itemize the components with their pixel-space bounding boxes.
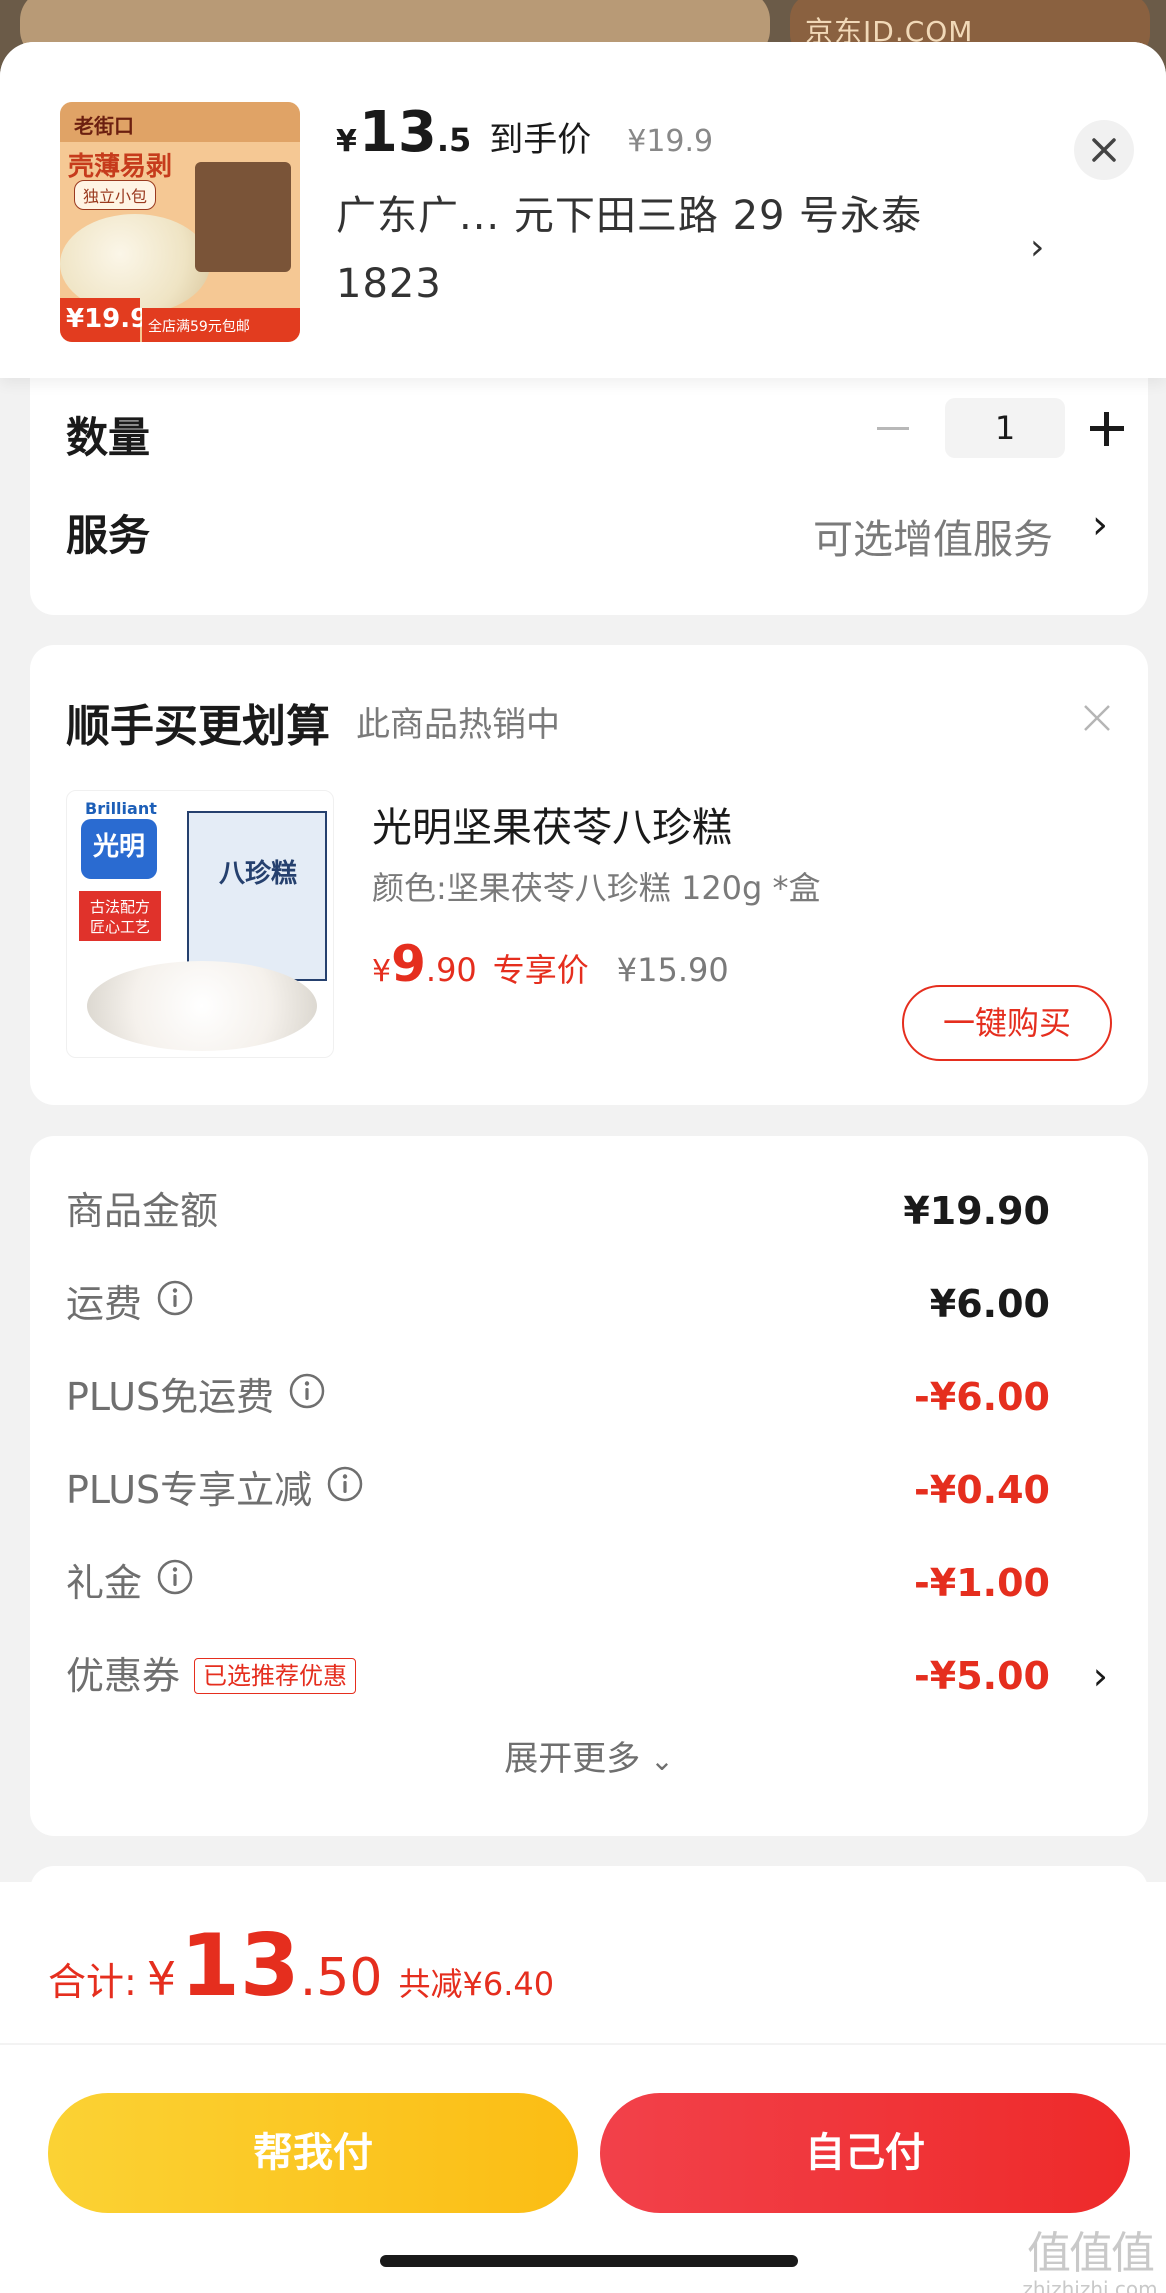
recommend-image-badge: 光明 <box>81 819 157 879</box>
minus-icon <box>877 427 909 430</box>
fee-value: -¥5.00 <box>914 1654 1050 1698</box>
price-decimal: .5 <box>436 121 472 159</box>
address-chevron-icon[interactable]: › <box>1030 227 1044 268</box>
info-icon[interactable] <box>156 1274 194 1334</box>
total-decimal: .50 <box>299 1948 383 2008</box>
recommend-price-integer: 9 <box>391 935 426 993</box>
fee-label: PLUS免运费 <box>66 1375 275 1419</box>
fee-label: PLUS专享立减 <box>66 1468 313 1512</box>
delivery-address[interactable]: 广东广... 元下田三路 29 号永泰 1823 <box>336 182 976 318</box>
fee-label-with-info: 运费 <box>66 1274 194 1334</box>
thumbnail-brand: 老街口 <box>74 114 134 138</box>
fee-label: 商品金额 <box>66 1189 219 1233</box>
recommend-image-tag-line1: 古法配方 <box>89 898 150 916</box>
recommend-image-box: 八珍糕 <box>187 811 327 981</box>
fee-row-shipping: 运费 ¥6.00 <box>66 1274 1112 1334</box>
fee-label: 优惠券 <box>66 1654 181 1698</box>
recommend-price-decimal: .90 <box>425 951 477 989</box>
quantity-increase-button[interactable] <box>1070 398 1140 458</box>
info-icon[interactable] <box>156 1553 194 1613</box>
service-value[interactable]: 可选增值服务 <box>813 507 1053 565</box>
quantity-decrease-button[interactable] <box>850 398 940 458</box>
fee-row-gift-money: 礼金 -¥1.00 <box>66 1553 1112 1613</box>
service-chevron-icon[interactable]: › <box>1092 502 1108 548</box>
recommend-product-name[interactable]: 光明坚果茯苓八珍糕 <box>372 795 732 853</box>
fee-label-with-tag: 优惠券 已选推荐优惠 <box>66 1646 357 1706</box>
thumbnail-title: 壳薄易剥 <box>68 152 173 182</box>
total-saved: 共减¥6.40 <box>398 1965 555 2003</box>
fee-label-with-info: PLUS专享立减 <box>66 1460 364 1520</box>
pay-for-me-button[interactable]: 帮我付 <box>48 2093 578 2213</box>
price-currency: ¥ <box>336 124 357 159</box>
fee-label: 礼金 <box>66 1561 143 1605</box>
fee-breakdown-card: 商品金额 ¥19.90 运费 ¥6.00 PLUS免运费 -¥6.00 PLUS… <box>30 1136 1148 1836</box>
checkout-footer: 合计: ¥ 13 .50 共减¥6.40 帮我付 自己付 值值值 zhizhiz… <box>0 1882 1166 2293</box>
recommend-price: ¥ 9 .90 专享价 ¥15.90 <box>372 935 729 993</box>
fee-label: 运费 <box>66 1282 143 1326</box>
thumbnail-promo: 全店满59元包邮 <box>142 308 300 342</box>
price-tag: 到手价 <box>489 120 592 160</box>
recommend-image-tag-line2: 匠心工艺 <box>89 918 150 936</box>
watermark-mark: 值值值 <box>1027 2228 1155 2279</box>
plus-icon-v <box>1104 412 1109 446</box>
recommend-card: 顺手买更划算 此商品热销中 Brilliant 光明 古法配方 匠心工艺 八珍糕… <box>30 645 1148 1105</box>
fee-row-goods: 商品金额 ¥19.90 <box>66 1181 1112 1241</box>
close-icon <box>1092 138 1116 162</box>
one-click-buy-button[interactable]: 一键购买 <box>902 985 1112 1061</box>
fee-row-coupon[interactable]: 优惠券 已选推荐优惠 -¥5.00 › <box>66 1646 1112 1706</box>
home-indicator[interactable] <box>380 2255 798 2267</box>
chevron-down-icon: ⌄ <box>650 1744 674 1777</box>
close-button[interactable] <box>1074 120 1134 180</box>
total-integer: 13 <box>180 1916 300 2016</box>
recommend-price-tag: 专享价 <box>492 951 589 989</box>
original-price: ¥19.9 <box>627 124 714 159</box>
expand-more-button[interactable]: 展开更多 ⌄ <box>30 1731 1148 1780</box>
fee-value: ¥6.00 <box>929 1282 1050 1326</box>
recommend-title: 顺手买更划算 <box>66 701 330 752</box>
recommend-image-plate <box>87 961 317 1051</box>
recommend-product-spec: 颜色:坚果茯苓八珍糕 120g *盒 <box>372 869 821 907</box>
footer-divider <box>0 2043 1166 2045</box>
pay-myself-button[interactable]: 自己付 <box>600 2093 1130 2213</box>
recommend-image-tag: 古法配方 匠心工艺 <box>79 891 161 941</box>
options-card: 数量 1 服务 可选增值服务 › <box>30 342 1148 615</box>
total-currency: ¥ <box>146 1952 177 2006</box>
quantity-label: 数量 <box>66 413 151 462</box>
product-summary-header: 老街口 壳薄易剥 独立小包 ¥19.9 全店满59元包邮 ¥ 13 .5 到手价… <box>0 42 1166 378</box>
fee-value: ¥19.90 <box>903 1189 1050 1233</box>
fee-value: -¥0.40 <box>914 1468 1050 1512</box>
recommend-original-price: ¥15.90 <box>616 951 729 989</box>
expand-more-label: 展开更多 <box>504 1739 641 1779</box>
fee-row-plus-free-shipping: PLUS免运费 -¥6.00 <box>66 1367 1112 1427</box>
close-icon <box>1084 705 1110 731</box>
total-label: 合计: <box>48 1960 137 2004</box>
product-thumbnail: 老街口 壳薄易剥 独立小包 ¥19.9 全店满59元包邮 <box>60 102 300 342</box>
fee-value: -¥1.00 <box>914 1561 1050 1605</box>
order-total: 合计: ¥ 13 .50 共减¥6.40 <box>48 1916 554 2016</box>
quantity-stepper: 1 <box>850 398 1140 458</box>
thumbnail-bag-image <box>195 162 291 272</box>
recommend-product-image[interactable]: Brilliant 光明 古法配方 匠心工艺 八珍糕 <box>66 790 334 1058</box>
thumbnail-price: ¥19.9 <box>60 298 148 342</box>
fee-value: -¥6.00 <box>914 1375 1050 1419</box>
info-icon[interactable] <box>326 1460 364 1520</box>
price-integer: 13 <box>358 100 437 165</box>
watermark-logo: 值值值 zhizhizhi.com <box>1020 2230 1160 2293</box>
info-icon[interactable] <box>288 1367 326 1427</box>
coupon-chevron-icon[interactable]: › <box>1093 1646 1108 1706</box>
recommend-image-logo: Brilliant <box>85 799 157 818</box>
quantity-input[interactable]: 1 <box>945 398 1065 458</box>
final-price: ¥ 13 .5 到手价 ¥19.9 <box>336 100 713 170</box>
recommend-subtitle: 此商品热销中 <box>356 705 560 745</box>
coupon-badge: 已选推荐优惠 <box>194 1657 357 1694</box>
service-label: 服务 <box>66 511 151 560</box>
recommend-price-currency: ¥ <box>372 954 392 989</box>
fee-label-with-info: PLUS免运费 <box>66 1367 326 1427</box>
thumbnail-subtitle: 独立小包 <box>74 180 157 210</box>
recommend-close-button[interactable] <box>1082 703 1112 737</box>
watermark-url: zhizhizhi.com <box>1022 2277 1158 2293</box>
fee-row-plus-discount: PLUS专享立减 -¥0.40 <box>66 1460 1112 1520</box>
recommend-image-box-text: 八珍糕 <box>219 859 298 889</box>
fee-label-with-info: 礼金 <box>66 1553 194 1613</box>
